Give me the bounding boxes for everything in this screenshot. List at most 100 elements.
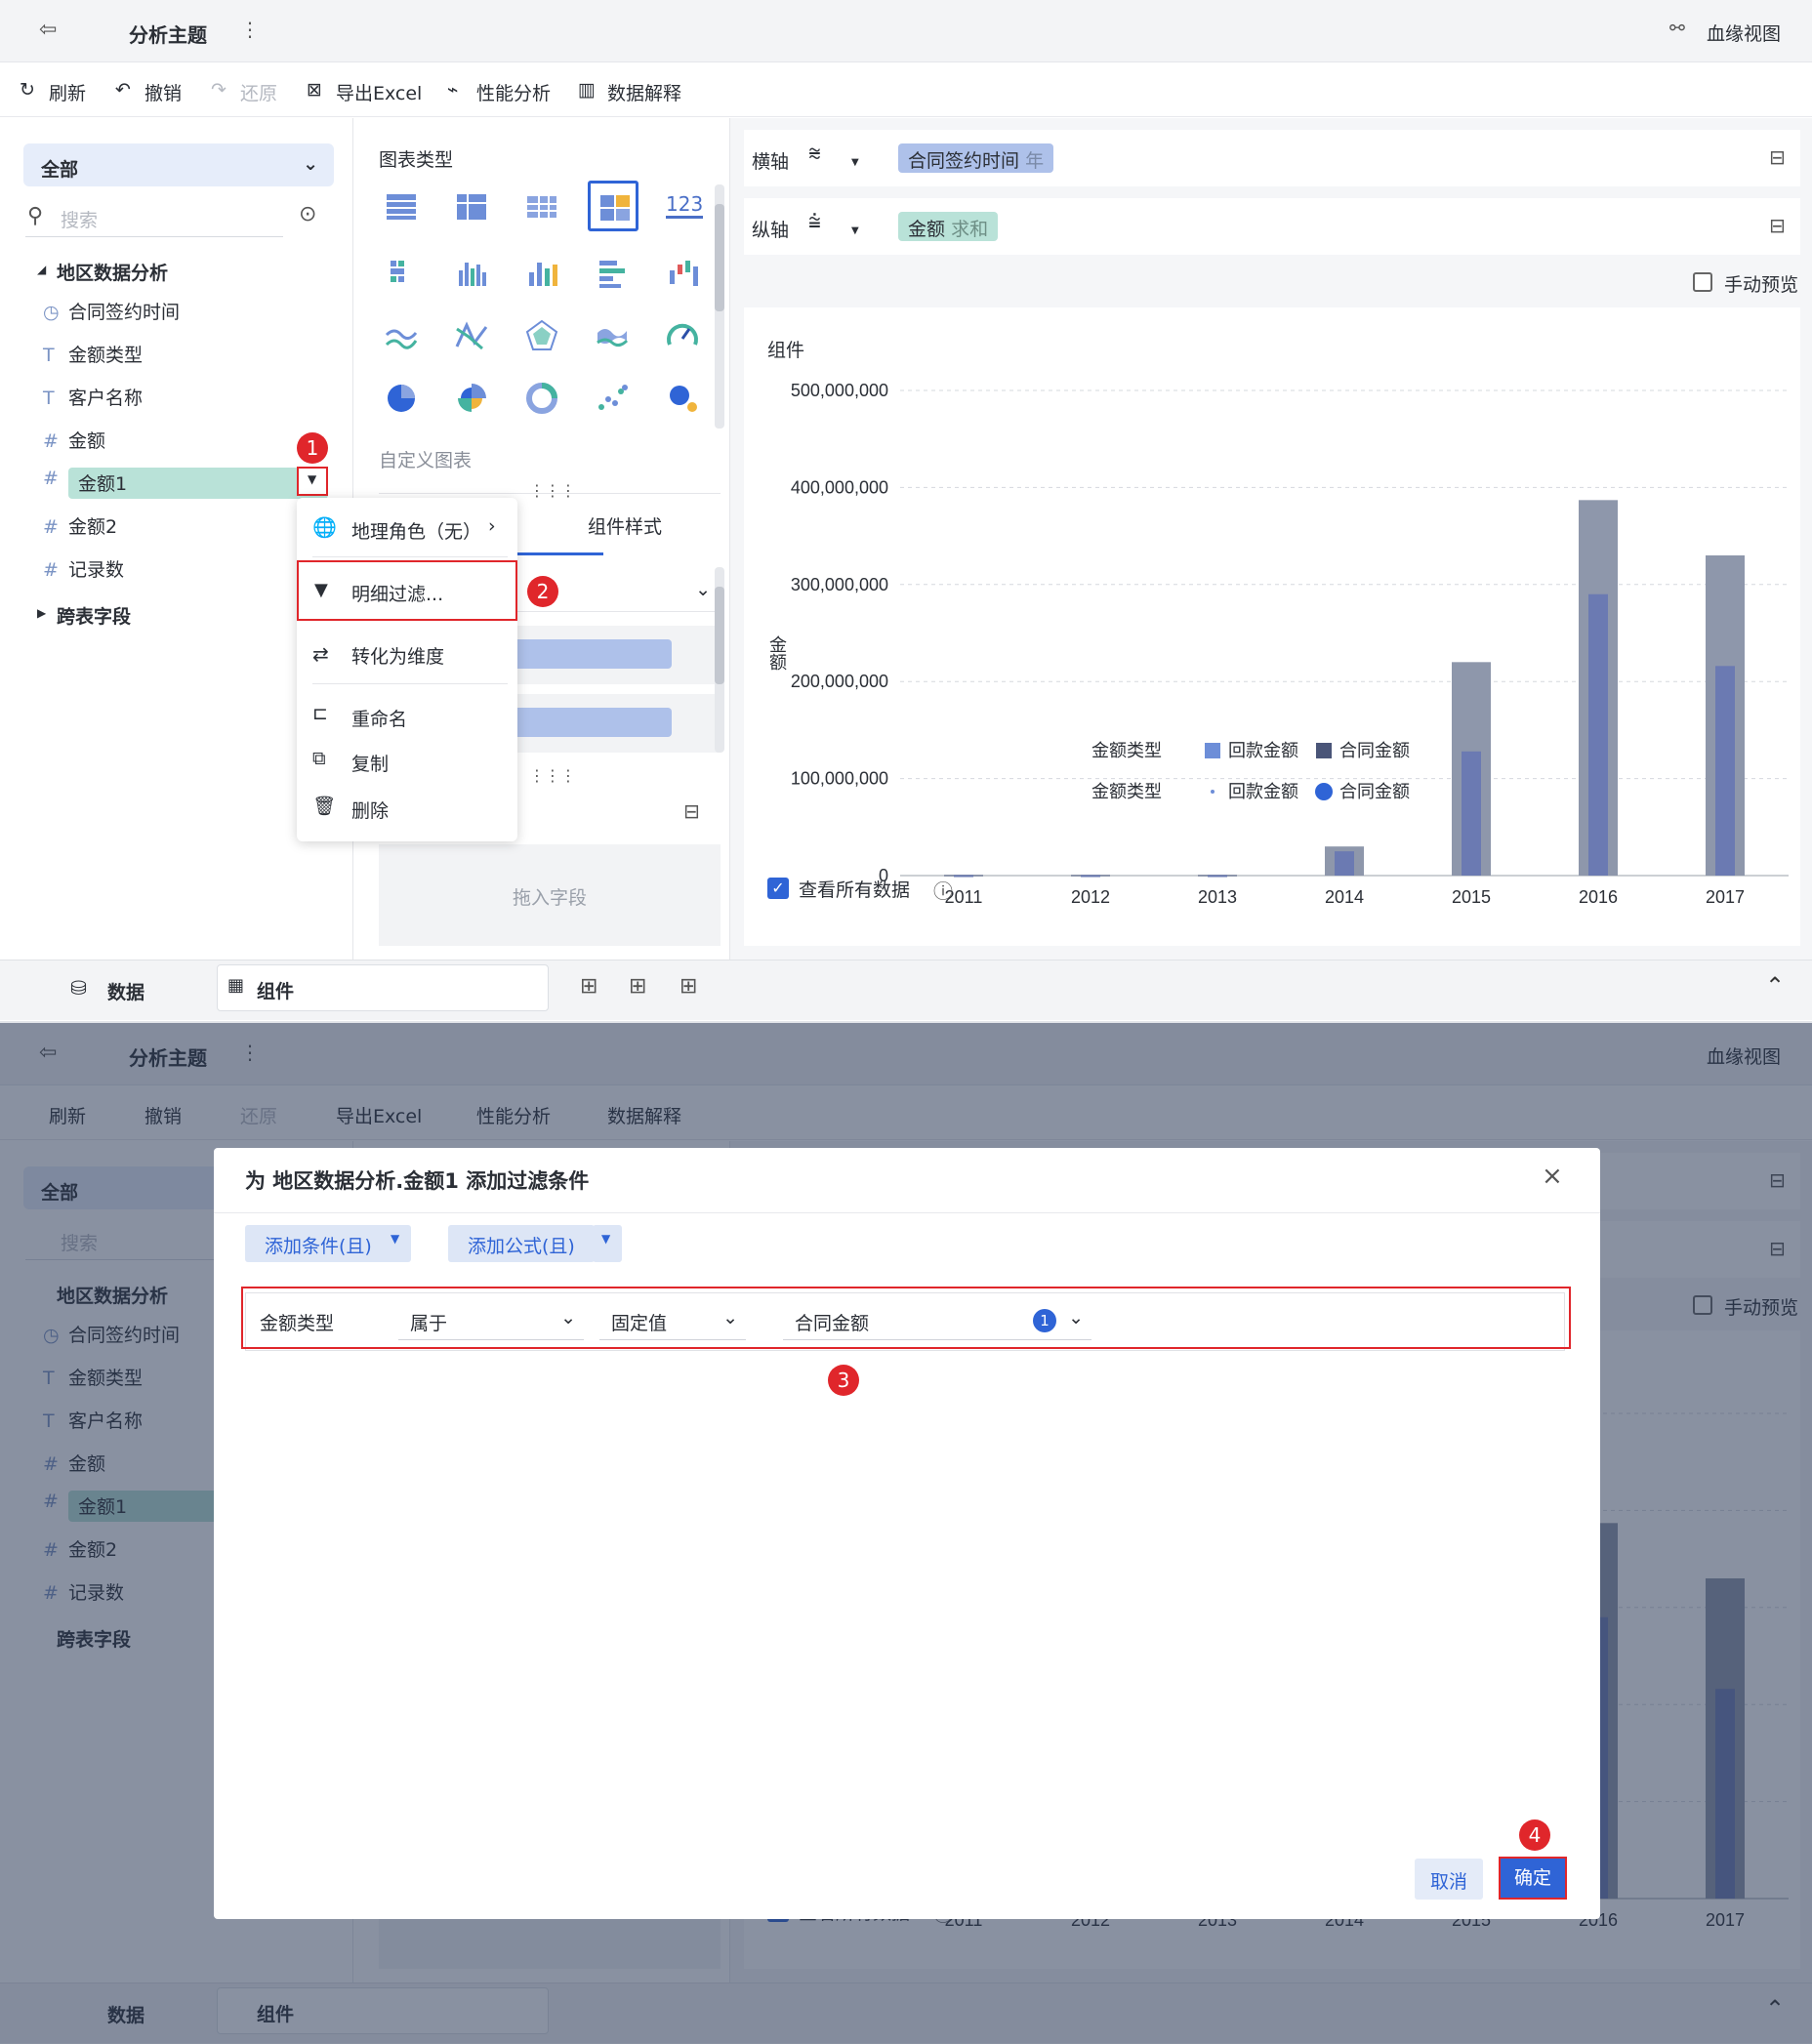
- pie-chart-icon[interactable]: [383, 380, 420, 417]
- export-excel-button[interactable]: 导出Excel: [336, 79, 422, 105]
- ring-chart-icon[interactable]: [523, 380, 560, 417]
- y-axis-type-icon[interactable]: ⩭: [808, 210, 821, 234]
- manual-preview-checkbox[interactable]: [1693, 272, 1712, 292]
- radar-chart-icon[interactable]: [523, 317, 560, 354]
- scatter-icon[interactable]: [594, 380, 631, 417]
- caret-down-icon[interactable]: ▼: [851, 225, 859, 236]
- detail-table-icon[interactable]: [523, 188, 560, 225]
- field-label: 金额2: [68, 516, 118, 538]
- collapse-triangle-icon[interactable]: ◢: [37, 263, 46, 276]
- lineage-button[interactable]: 血缘视图: [1707, 20, 1781, 46]
- count-icon: #: [43, 559, 59, 581]
- field-contract-time[interactable]: ◷ 合同签约时间: [43, 298, 180, 324]
- y-field-name: 金额: [908, 219, 946, 240]
- grouped-bar-icon[interactable]: [453, 255, 490, 292]
- number-icon: #: [43, 430, 59, 452]
- field-label-selected: 金额1: [68, 468, 328, 499]
- selected-chart-type[interactable]: [588, 181, 638, 231]
- group-regional-analysis[interactable]: 地区数据分析: [57, 259, 168, 285]
- horizontal-bar-icon[interactable]: [594, 255, 631, 292]
- lineage-icon[interactable]: ⚯: [1669, 18, 1685, 39]
- line-chart-icon[interactable]: [383, 317, 420, 354]
- rose-chart-icon[interactable]: [453, 380, 490, 417]
- dataset-select[interactable]: 全部 ⌄: [23, 143, 334, 186]
- x-tick-label: 2013: [1198, 887, 1237, 907]
- undo-button[interactable]: 撤销: [144, 79, 182, 105]
- field-amount[interactable]: # 金额: [43, 427, 105, 453]
- manual-preview-label: 手动预览: [1724, 274, 1799, 296]
- exit-icon[interactable]: ⇦: [39, 18, 57, 42]
- drop-zone[interactable]: 拖入字段: [379, 844, 721, 946]
- caret-down-icon[interactable]: ▼: [851, 157, 859, 168]
- y-axis-field-pill[interactable]: 金额 求和: [898, 212, 999, 241]
- clear-icon[interactable]: ⊟: [1769, 145, 1786, 169]
- redo-button[interactable]: 还原: [240, 79, 277, 105]
- add-chart-icon[interactable]: ⊞: [580, 974, 597, 999]
- info-icon[interactable]: ⓘ: [933, 876, 953, 904]
- add-formula-dropdown[interactable]: ▼: [593, 1225, 622, 1262]
- more-circle-icon[interactable]: ⊙: [299, 202, 316, 226]
- chevron-down-icon: ⌄: [695, 579, 711, 600]
- menu-item-convert-dimension[interactable]: 转化为维度: [351, 642, 444, 669]
- field-customer-name[interactable]: T 客户名称: [43, 384, 143, 410]
- bubble-icon[interactable]: [664, 380, 701, 417]
- view-all-label: 查看所有数据: [799, 879, 911, 901]
- search-input[interactable]: 搜索: [25, 200, 283, 237]
- tab-component-active[interactable]: ▦ 组件: [217, 964, 549, 1011]
- legend-swatch: [1205, 743, 1220, 758]
- y-axis-label: 纵轴: [752, 220, 790, 241]
- tab-component-style[interactable]: 组件样式: [588, 512, 662, 539]
- kpi-number-icon[interactable]: 123: [666, 192, 704, 219]
- add-condition-dropdown[interactable]: ▼: [382, 1225, 411, 1262]
- bar-回款金额-2015: [1462, 751, 1481, 876]
- y-tick-label: 200,000,000: [791, 672, 888, 691]
- menu-item-geo-role[interactable]: 地理角色（无）: [351, 517, 481, 544]
- menu-item-copy[interactable]: 复制: [351, 750, 389, 776]
- add-formula-button[interactable]: 添加公式(且): [448, 1225, 595, 1262]
- menu-item-delete[interactable]: 删除: [351, 797, 389, 823]
- expand-triangle-icon[interactable]: ▶: [37, 606, 46, 620]
- menu-item-rename[interactable]: 重命名: [351, 705, 407, 731]
- collapse-up-icon[interactable]: ⌃: [1765, 972, 1785, 1000]
- add-table-icon[interactable]: ⊞: [629, 974, 646, 999]
- data-explain-button[interactable]: 数据解释: [607, 79, 681, 105]
- waterfall-icon[interactable]: [664, 255, 701, 292]
- x-axis-type-icon[interactable]: ⩬: [808, 142, 821, 166]
- property-scrollbar[interactable]: [715, 567, 724, 753]
- field-amount2[interactable]: # 金额2: [43, 512, 117, 539]
- table-chart-icon[interactable]: [383, 188, 420, 225]
- add-condition-button[interactable]: 添加条件(且): [245, 1225, 391, 1262]
- refresh-button[interactable]: 刷新: [49, 79, 86, 105]
- clear-icon[interactable]: ⊟: [683, 799, 700, 823]
- group-cross-table[interactable]: 跨表字段: [57, 602, 131, 629]
- clear-icon[interactable]: ⊟: [1769, 214, 1786, 237]
- area-chart-icon[interactable]: [594, 317, 631, 354]
- chart-type-scrollbar[interactable]: [715, 184, 724, 429]
- cancel-button[interactable]: 取消: [1415, 1859, 1484, 1900]
- x-axis-field-pill[interactable]: 合同签约时间 年: [898, 143, 1054, 173]
- drag-handle-icon[interactable]: ⋮⋮⋮: [529, 481, 576, 500]
- view-all-checkbox[interactable]: ✓: [767, 878, 789, 899]
- radar-line-icon[interactable]: [453, 317, 490, 354]
- database-icon: ⛁: [70, 976, 87, 1000]
- performance-button[interactable]: 性能分析: [476, 79, 551, 105]
- explain-icon: ▥: [578, 79, 596, 101]
- field-amount-type[interactable]: T 金额类型: [43, 341, 143, 367]
- close-icon[interactable]: ×: [1542, 1162, 1563, 1191]
- bar-chart: 组件 500,000,000 400,000,000 300,000,000 200,0…: [767, 340, 1789, 907]
- gauge-icon[interactable]: [664, 317, 701, 354]
- field-dropdown-arrow[interactable]: ▼: [297, 467, 328, 496]
- heat-bar-icon[interactable]: [383, 255, 420, 292]
- copy-icon: ⧉: [312, 748, 326, 769]
- drag-handle-icon[interactable]: ⋮⋮⋮: [529, 766, 576, 785]
- cross-table-icon[interactable]: [453, 188, 490, 225]
- dataset-select-value: 全部: [41, 159, 79, 181]
- field-label: 记录数: [68, 559, 125, 581]
- add-text-icon[interactable]: ⊞: [680, 974, 697, 999]
- bar-chart-icon[interactable]: [523, 255, 560, 292]
- more-vertical-icon[interactable]: ⋮: [240, 18, 260, 41]
- tab-data[interactable]: 数据: [107, 978, 144, 1004]
- field-amount1[interactable]: # 金额1: [43, 468, 330, 499]
- field-record-count[interactable]: # 记录数: [43, 555, 124, 582]
- confirm-button[interactable]: 确定: [1499, 1857, 1567, 1900]
